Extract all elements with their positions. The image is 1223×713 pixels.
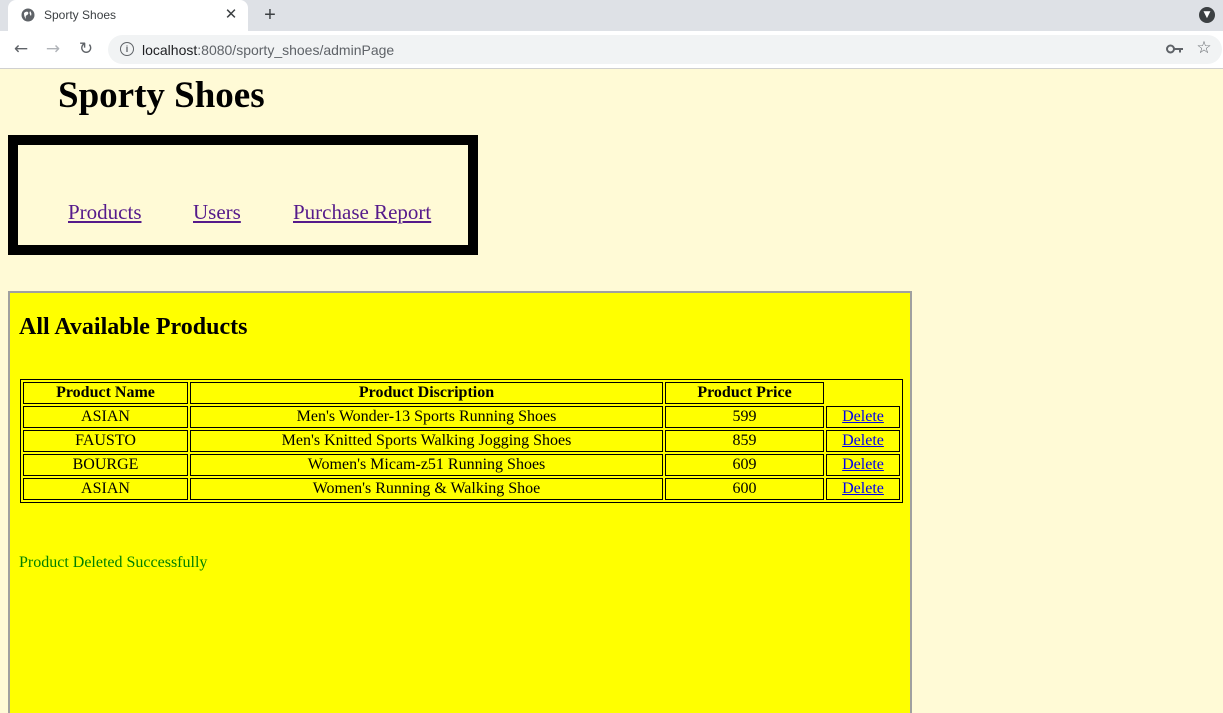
cell-product-description: Women's Running & Walking Shoe <box>190 478 663 500</box>
cell-product-price: 609 <box>665 454 824 476</box>
info-icon[interactable]: i <box>120 42 134 56</box>
products-panel: All Available Products Product Name Prod… <box>8 291 912 713</box>
cell-product-name: BOURGE <box>23 454 188 476</box>
cell-product-description: Men's Wonder-13 Sports Running Shoes <box>190 406 663 428</box>
tab-search-icon[interactable]: ▼ <box>1199 7 1215 23</box>
status-message: Product Deleted Successfully <box>19 554 208 571</box>
close-tab-icon[interactable]: ✕ <box>222 6 240 24</box>
cell-product-name: FAUSTO <box>23 430 188 452</box>
table-row: ASIAN Women's Running & Walking Shoe 600… <box>23 478 900 500</box>
delete-link[interactable]: Delete <box>842 432 884 449</box>
admin-nav-box: Products Users Purchase Report <box>8 135 478 255</box>
delete-link[interactable]: Delete <box>842 456 884 473</box>
cell-action: Delete <box>826 478 900 500</box>
nav-link-products[interactable]: Products <box>68 200 142 225</box>
cell-product-price: 859 <box>665 430 824 452</box>
forward-arrow-icon[interactable]: → <box>42 38 64 60</box>
nav-link-users[interactable]: Users <box>193 200 241 225</box>
column-header-product-price: Product Price <box>665 382 824 404</box>
browser-tab-bar: Sporty Shoes ✕ + ▼ <box>0 0 1223 31</box>
cell-product-description: Women's Micam-z51 Running Shoes <box>190 454 663 476</box>
table-row: BOURGE Women's Micam-z51 Running Shoes 6… <box>23 454 900 476</box>
url-text[interactable]: localhost:8080/sporty_shoes/adminPage <box>142 42 394 58</box>
table-row: FAUSTO Men's Knitted Sports Walking Jogg… <box>23 430 900 452</box>
cell-product-name: ASIAN <box>23 406 188 428</box>
address-bar[interactable]: i localhost:8080/sporty_shoes/adminPage … <box>108 35 1222 64</box>
tab-title: Sporty Shoes <box>44 8 117 22</box>
browser-tab[interactable]: Sporty Shoes ✕ <box>8 0 248 31</box>
table-row: ASIAN Men's Wonder-13 Sports Running Sho… <box>23 406 900 428</box>
column-header-product-description: Product Discription <box>190 382 663 404</box>
cell-action: Delete <box>826 454 900 476</box>
nav-link-purchase-report[interactable]: Purchase Report <box>293 200 431 225</box>
cell-action: Delete <box>826 430 900 452</box>
products-panel-title: All Available Products <box>19 314 248 340</box>
cell-product-description: Men's Knitted Sports Walking Jogging Sho… <box>190 430 663 452</box>
delete-link[interactable]: Delete <box>842 408 884 425</box>
bookmark-star-icon[interactable]: ☆ <box>1194 38 1214 58</box>
back-arrow-icon[interactable]: ← <box>10 38 32 60</box>
column-header-product-name: Product Name <box>23 382 188 404</box>
cell-action: Delete <box>826 406 900 428</box>
cell-product-name: ASIAN <box>23 478 188 500</box>
cell-product-price: 599 <box>665 406 824 428</box>
url-path: :8080/sporty_shoes/adminPage <box>197 42 395 58</box>
browser-toolbar: ← → ↻ i localhost:8080/sporty_shoes/admi… <box>0 31 1223 69</box>
url-host: localhost <box>142 42 198 58</box>
globe-icon <box>21 8 35 22</box>
site-title: Sporty Shoes <box>58 75 265 116</box>
column-header-action <box>826 382 900 404</box>
key-icon[interactable] <box>1166 41 1184 57</box>
reload-icon[interactable]: ↻ <box>75 38 97 60</box>
new-tab-icon[interactable]: + <box>259 4 281 26</box>
products-table: Product Name Product Discription Product… <box>20 379 903 503</box>
table-header-row: Product Name Product Discription Product… <box>23 382 900 404</box>
cell-product-price: 600 <box>665 478 824 500</box>
delete-link[interactable]: Delete <box>842 480 884 497</box>
